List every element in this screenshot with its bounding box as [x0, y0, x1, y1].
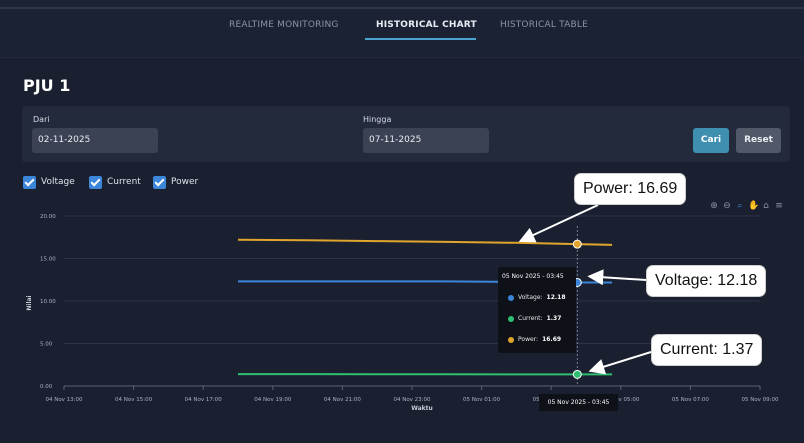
tab-historical-chart[interactable]: HISTORICAL CHART [376, 20, 477, 30]
voltage-dot [508, 294, 514, 301]
highlight-point-power [572, 239, 582, 249]
tooltip-header: 05 Nov 2025 - 03:45 [502, 273, 564, 280]
x-tick-label: 04 Nov 19:00 [254, 397, 292, 403]
callout-arrow-voltage [587, 269, 647, 286]
voltage-label: Voltage [41, 177, 75, 187]
callout-arrow-power [518, 204, 599, 243]
tooltip-power-value: 16.69 [542, 336, 562, 343]
highlight-point-current [572, 369, 582, 379]
x-tick-label: 04 Nov 23:00 [393, 397, 431, 403]
pan-hand-icon[interactable]: ✋ [748, 201, 759, 211]
tooltip-row-power: Power: 16.69 [508, 336, 561, 343]
x-axis-label: Waktu [411, 405, 433, 412]
y-tick-label: 0.00 [40, 384, 53, 390]
y-tick-label: 10.00 [40, 299, 56, 305]
power-callout: Power: 16.69 [574, 173, 687, 205]
x-tick-label: 04 Nov 17:00 [185, 397, 223, 403]
tab-historical-table[interactable]: HISTORICAL TABLE [500, 20, 588, 30]
tooltip-voltage-name: Voltage: [518, 294, 543, 301]
top-navigation: REALTIME MONITORING HISTORICAL CHART HIS… [0, 0, 804, 58]
page-title: PJU 1 [23, 76, 71, 95]
tooltip-row-voltage: Voltage: 12.18 [508, 294, 566, 301]
tooltip-voltage-value: 12.18 [546, 294, 566, 301]
x-tick-label: 04 Nov 15:00 [115, 397, 153, 403]
from-label: Dari [33, 115, 50, 124]
voltage-callout: Voltage: 12.18 [646, 265, 767, 297]
current-label: Current [107, 177, 141, 187]
tab-realtime-monitoring[interactable]: REALTIME MONITORING [229, 20, 339, 30]
tooltip-current-value: 1.37 [546, 315, 562, 322]
current-callout: Current: 1.37 [651, 334, 763, 366]
x-tick-label: 05 Nov 07:00 [672, 397, 710, 403]
x-tick-label: 05 Nov 09:00 [741, 397, 779, 403]
tooltip-power-name: Power: [518, 336, 539, 343]
to-label: Hingga [363, 115, 392, 124]
callout-arrow-current [588, 351, 652, 375]
to-date-input[interactable]: 07-11-2025 [363, 128, 489, 153]
home-icon[interactable]: ⌂ [761, 201, 771, 211]
power-dot [508, 336, 514, 343]
y-tick-label: 15.00 [40, 257, 56, 263]
tooltip-row-current: Current: 1.37 [508, 315, 561, 322]
current-dot [508, 315, 514, 322]
zoom-in-icon[interactable]: ⊕ [709, 201, 719, 211]
toggle-voltage[interactable]: Voltage [23, 175, 75, 189]
y-tick-label: 20.00 [40, 214, 56, 220]
y-tick-label: 5.00 [40, 342, 53, 348]
toggle-current[interactable]: Current [89, 175, 141, 189]
y-axis-label: Nilai [26, 295, 33, 310]
active-tab-indicator [365, 38, 476, 40]
top-divider [0, 7, 804, 9]
voltage-checkbox[interactable] [23, 175, 36, 189]
tooltip-current-name: Current: [518, 315, 543, 322]
date-filter-panel: Dari 02-11-2025 Hingga 07-11-2025 Cari R… [22, 106, 790, 162]
series-line-power [237, 238, 613, 246]
zoom-select-icon[interactable]: ⌕ [735, 201, 745, 211]
power-checkbox[interactable] [153, 175, 166, 189]
chart-tooltip: 05 Nov 2025 - 03:45 Voltage: 12.18 Curre… [498, 267, 576, 353]
chart-toolbar: ⊕ ⊖ ⌕ ✋ ⌂ ≡ [709, 201, 784, 211]
zoom-out-icon[interactable]: ⊖ [722, 201, 732, 211]
toggle-power[interactable]: Power [153, 175, 198, 189]
x-axis-tooltip: 05 Nov 2025 - 03:45 [539, 394, 618, 411]
menu-icon[interactable]: ≡ [774, 201, 784, 211]
x-tick-label: 05 Nov 01:00 [463, 397, 501, 403]
x-tick-label: 04 Nov 13:00 [45, 397, 83, 403]
reset-button[interactable]: Reset [736, 128, 781, 153]
power-label: Power [171, 177, 199, 187]
line-chart: 0.00 5.00 10.00 15.00 20.00 Nilai 04 Nov 13:00… [26, 204, 779, 412]
x-tick-label: 04 Nov 21:00 [324, 397, 362, 403]
current-checkbox[interactable] [89, 175, 102, 189]
from-date-input[interactable]: 02-11-2025 [32, 128, 158, 153]
search-button[interactable]: Cari [693, 128, 729, 153]
